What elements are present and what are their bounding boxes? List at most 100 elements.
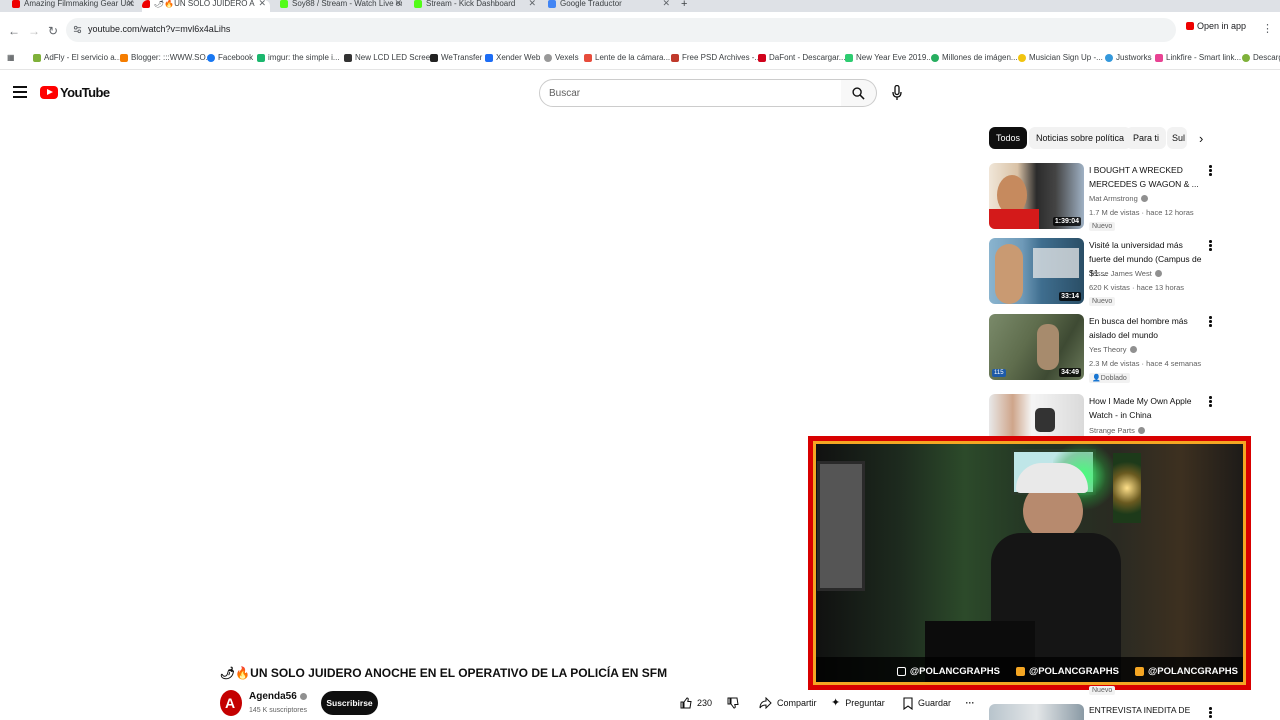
voice-search-button[interactable] <box>884 80 910 106</box>
bookmark-item[interactable]: Musician Sign Up -... <box>1018 53 1103 62</box>
recommendation-item[interactable]: 115 34:49 En busca del hombre más aislad… <box>989 314 1219 383</box>
back-arrow-icon[interactable]: ← <box>8 24 20 38</box>
recommendation-item[interactable]: 1:39:04 I BOUGHT A WRECKED MERCEDES G WA… <box>989 163 1219 231</box>
bookmark-item[interactable]: Vexels <box>544 53 579 62</box>
thumbs-down-icon <box>727 697 739 709</box>
bookmark-item[interactable]: New Year Eve 2019... <box>845 53 933 62</box>
bookmark-item[interactable]: Free PSD Archives -... <box>671 53 761 62</box>
tab-label: Google Traductor <box>560 0 622 8</box>
recommendation-item[interactable]: 33:14 Visité la universidad más fuerte d… <box>989 238 1219 306</box>
youtube-logo[interactable]: YouTube <box>40 85 110 100</box>
more-actions-icon[interactable] <box>1209 240 1213 252</box>
bookmark-item[interactable]: Descarg <box>1242 53 1280 62</box>
close-tab-icon[interactable]: ✕ <box>126 0 134 8</box>
channel-avatar[interactable]: A <box>220 690 242 716</box>
recommendation-channel[interactable]: Yes Theory <box>1089 345 1137 354</box>
browser-tab[interactable]: Stream - Kick Dashboard ✕ <box>414 0 536 12</box>
close-tab-icon[interactable]: ✕ <box>394 0 402 8</box>
search-input[interactable]: Buscar <box>539 79 842 107</box>
close-tab-icon[interactable]: ✕ <box>662 0 670 8</box>
ask-label: Preguntar <box>845 698 885 708</box>
recommendation-title[interactable]: I BOUGHT A WRECKED MERCEDES G WAGON & ..… <box>1089 163 1203 191</box>
video-thumbnail[interactable]: 115 34:49 <box>989 314 1084 380</box>
youtube-logo-text: YouTube <box>60 85 110 100</box>
close-tab-icon[interactable]: ✕ <box>258 0 266 8</box>
like-button[interactable]: 230 <box>674 691 720 715</box>
share-button[interactable]: Compartir <box>754 691 817 715</box>
reload-icon[interactable]: ↻ <box>48 24 58 38</box>
more-options-icon[interactable]: ⋮ <box>1262 22 1273 35</box>
bookmark-item[interactable]: imgur: the simple i... <box>257 53 340 62</box>
new-tab-button[interactable]: + <box>681 0 691 12</box>
bookmark-icon <box>903 696 913 710</box>
menu-icon[interactable] <box>13 86 27 98</box>
bookmark-item[interactable]: DaFont - Descargar... <box>758 53 845 62</box>
bookmark-item[interactable]: AdFly - El servicio a... <box>33 53 121 62</box>
video-duration: 1:39:04 <box>1052 217 1081 226</box>
recommendation-title[interactable]: ENTREVISTA INEDITA DE <box>1089 705 1190 715</box>
url-text[interactable]: youtube.com/watch?v=mvl6x4aLihs <box>88 24 230 34</box>
bookmark-label: Xender Web <box>496 53 541 62</box>
channel-name[interactable]: Agenda56 <box>249 691 307 702</box>
browser-tab-active[interactable]: 🌶🔥UN SOLO JUIDERO A ✕ <box>142 0 270 12</box>
apps-grid-icon[interactable]: ▦ <box>7 53 15 62</box>
search-button[interactable] <box>841 79 877 107</box>
recommendation-channel[interactable]: Mat Armstrong <box>1089 194 1148 203</box>
more-actions-icon[interactable]: ··· <box>960 691 980 715</box>
bookmark-item[interactable]: Linkfire - Smart link... <box>1155 53 1241 62</box>
ask-button[interactable]: ✦ Preguntar <box>826 691 885 715</box>
video-thumbnail[interactable] <box>989 704 1084 720</box>
dubbed-badge: 👤Doblado <box>1089 373 1130 383</box>
chip-more[interactable]: Sul <box>1167 127 1187 149</box>
open-in-app-label: Open in app <box>1197 21 1247 31</box>
chip-for-you[interactable]: Para ti <box>1126 127 1167 149</box>
channel-name: Strange Parts <box>1089 426 1135 435</box>
dislike-button[interactable] <box>723 691 743 715</box>
bookmark-item[interactable]: Facebook <box>207 53 253 62</box>
verified-icon <box>1129 346 1137 353</box>
bookmark-favicon-icon <box>845 53 853 62</box>
site-info-icon[interactable] <box>73 25 82 34</box>
forward-arrow-icon[interactable]: → <box>28 24 40 38</box>
more-actions-icon[interactable] <box>1209 316 1213 328</box>
more-actions-icon[interactable] <box>1209 396 1213 408</box>
chevron-right-icon[interactable]: › <box>1199 131 1203 146</box>
recommendation-channel[interactable]: Strange Parts <box>1089 426 1145 435</box>
bookmark-item[interactable]: New LCD LED Scree... <box>344 53 437 62</box>
browser-tab[interactable]: Google Traductor ✕ <box>548 0 670 12</box>
channel-name: Jesse James West <box>1089 269 1152 278</box>
video-thumbnail[interactable]: 33:14 <box>989 238 1084 304</box>
instagram-icon <box>896 666 906 676</box>
microphone-icon <box>892 85 902 100</box>
bookmark-item[interactable]: Millones de imágen... <box>931 53 1018 62</box>
browser-tab[interactable]: Amazing Filmmaking Gear Unde ✕ <box>12 0 134 12</box>
bookmark-favicon-icon <box>1155 53 1163 62</box>
recommendation-title[interactable]: En busca del hombre más aislado del mund… <box>1089 314 1203 342</box>
subscribe-button[interactable]: Suscribirse <box>321 691 378 715</box>
close-tab-icon[interactable]: ✕ <box>528 0 536 8</box>
bookmark-item[interactable]: WeTransfer <box>430 53 482 62</box>
bookmark-item[interactable]: Lente de la cámara... <box>584 53 670 62</box>
omnibox[interactable]: youtube.com/watch?v=mvl6x4aLihs <box>66 18 1176 42</box>
webcam-overlay: @POLANCGRAPHS @POLANCGRAPHS @POLANCGRAPH… <box>808 436 1251 690</box>
handle-text: @POLANCGRAPHS <box>1028 665 1119 677</box>
more-actions-icon[interactable] <box>1209 707 1213 719</box>
more-actions-icon[interactable] <box>1209 165 1213 177</box>
recommendation-title[interactable]: How I Made My Own Apple Watch - in China <box>1089 394 1203 422</box>
chip-todos[interactable]: Todos <box>989 127 1028 149</box>
bookmark-item[interactable]: Xender Web <box>485 53 540 62</box>
avatar-letter: A <box>225 695 236 711</box>
video-title: 🌶🔥UN SOLO JUIDERO ANOCHE EN EL OPERATIVO… <box>220 666 668 680</box>
browser-tab[interactable]: Soy88 / Stream - Watch Live on ✕ <box>280 0 402 12</box>
open-in-app-button[interactable]: Open in app <box>1186 21 1246 31</box>
video-thumbnail[interactable] <box>989 394 1084 438</box>
bookmark-item[interactable]: Blogger: :::WWW.SO... <box>120 53 212 62</box>
recommendation-item[interactable]: How I Made My Own Apple Watch - in China… <box>989 394 1219 438</box>
video-thumbnail[interactable]: 1:39:04 <box>989 163 1084 229</box>
bookmark-favicon-icon <box>671 53 679 62</box>
bookmark-item[interactable]: Justworks <box>1105 53 1152 62</box>
recommendation-channel[interactable]: Jesse James West <box>1089 269 1162 278</box>
verified-icon <box>1137 427 1145 434</box>
chip-politics[interactable]: Noticias sobre política <box>1029 127 1132 149</box>
save-button[interactable]: Guardar <box>898 691 951 715</box>
